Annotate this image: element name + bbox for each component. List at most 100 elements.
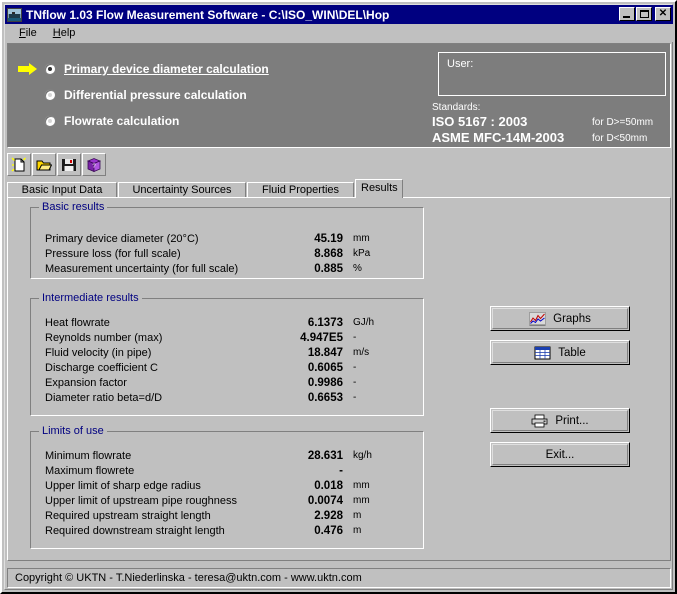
- result-value: 0.9986: [307, 377, 343, 389]
- result-label: Diameter ratio beta=d/D: [45, 392, 163, 404]
- result-label: Expansion factor: [45, 377, 127, 389]
- radio-row-primary-device[interactable]: Primary device diameter calculation: [18, 56, 269, 82]
- result-label: Maximum flowrete: [45, 465, 135, 477]
- menu-item-file[interactable]: File: [11, 26, 45, 40]
- result-row-primary-device-diameter: Primary device diameter (20°C) 45.19 mm: [31, 233, 423, 248]
- maximize-button[interactable]: [636, 7, 652, 21]
- result-unit: kg/h: [353, 450, 372, 461]
- exit-button-label: Exit...: [545, 448, 575, 461]
- result-row-minimum-flowrate: Minimum flowrate 28.631 kg/h: [31, 450, 423, 465]
- result-value: 4.947E5: [300, 332, 343, 344]
- result-label: Heat flowrate: [45, 317, 110, 329]
- menu-bar: File Help: [5, 24, 673, 42]
- radio-label-primary-device-diameter: Primary device diameter calculation: [64, 62, 269, 76]
- help-book-button[interactable]: ?: [82, 153, 106, 176]
- result-label: Required downstream straight length: [45, 525, 225, 537]
- tab-results[interactable]: Results: [355, 179, 403, 198]
- result-unit: kPa: [353, 248, 371, 259]
- result-value: 28.631: [307, 450, 343, 462]
- legend-basic-results: Basic results: [39, 201, 108, 213]
- result-label: Measurement uncertainty (for full scale): [45, 263, 239, 275]
- close-button[interactable]: ✕: [655, 7, 671, 21]
- result-label: Upper limit of upstream pipe roughness: [45, 495, 237, 507]
- selection-arrow-icon: [18, 63, 40, 75]
- result-unit: mm: [353, 233, 370, 244]
- user-label: User:: [447, 58, 474, 70]
- radio-row-flowrate[interactable]: Flowrate calculation: [18, 108, 269, 134]
- calculation-mode-panel: Primary device diameter calculation Diff…: [7, 43, 671, 148]
- toolbar: ?: [7, 153, 107, 177]
- standard-asme-name: ASME MFC-14M-2003: [432, 130, 565, 145]
- result-unit: -: [353, 392, 357, 403]
- graphs-button-label: Graphs: [553, 312, 591, 325]
- print-button-label: Print...: [555, 414, 589, 427]
- radio-label-differential-pressure: Differential pressure calculation: [64, 88, 247, 102]
- radio-row-differential-pressure[interactable]: Differential pressure calculation: [18, 82, 269, 108]
- menu-item-help[interactable]: Help: [45, 26, 84, 40]
- result-unit: m: [353, 510, 362, 521]
- group-limits-of-use: Limits of use Minimum flowrate 28.631 kg…: [30, 425, 424, 549]
- result-label: Pressure loss (for full scale): [45, 248, 181, 260]
- result-label: Upper limit of sharp edge radius: [45, 480, 201, 492]
- tab-fluid-properties[interactable]: Fluid Properties: [247, 182, 354, 198]
- copyright-text: Copyright © UKTN - T.Niederlinska - tere…: [15, 572, 362, 584]
- result-unit: -: [353, 332, 357, 343]
- legend-limits-of-use: Limits of use: [39, 425, 107, 437]
- table-grid-icon: [534, 346, 551, 359]
- group-intermediate-results: Intermediate results Heat flowrate 6.137…: [30, 292, 424, 416]
- open-folder-icon: [36, 160, 52, 171]
- result-value: 6.1373: [307, 317, 343, 329]
- standard-iso-note: for D>=50mm: [592, 117, 654, 128]
- result-label: Minimum flowrate: [45, 450, 132, 462]
- graph-chart-icon: [529, 311, 546, 326]
- result-row-maximum-flowrate: Maximum flowrete -: [31, 465, 423, 480]
- result-row-pressure-loss: Pressure loss (for full scale) 8.868 kPa: [31, 248, 423, 263]
- save-button[interactable]: [57, 153, 81, 176]
- tab-uncertainty-sources[interactable]: Uncertainty Sources: [118, 182, 246, 198]
- result-unit: GJ/h: [353, 317, 375, 328]
- radio-flowrate[interactable]: [44, 115, 56, 127]
- print-button[interactable]: Print...: [490, 408, 630, 433]
- result-label: Required upstream straight length: [45, 510, 211, 522]
- new-document-button[interactable]: [7, 153, 31, 176]
- title-bar[interactable]: TNflow 1.03 Flow Measurement Software - …: [5, 5, 673, 24]
- result-value: 0.885: [314, 263, 343, 275]
- minimize-button[interactable]: [619, 7, 635, 21]
- printer-icon: [531, 414, 548, 427]
- radio-primary-device-diameter[interactable]: [44, 63, 56, 75]
- tab-basic-input-data[interactable]: Basic Input Data: [7, 182, 117, 198]
- help-book-icon: ?: [86, 158, 102, 173]
- result-row-sharp-edge-radius: Upper limit of sharp edge radius 0.018 m…: [31, 480, 423, 495]
- result-label: Discharge coefficient C: [45, 362, 158, 374]
- result-value: 0.6653: [307, 392, 343, 404]
- result-unit: -: [353, 362, 357, 373]
- window-controls: ✕: [618, 7, 671, 21]
- exit-button[interactable]: Exit...: [490, 442, 630, 467]
- radio-differential-pressure[interactable]: [44, 89, 56, 101]
- app-window: TNflow 1.03 Flow Measurement Software - …: [0, 0, 677, 594]
- status-bar: Copyright © UKTN - T.Niederlinska - tere…: [7, 568, 671, 588]
- new-document-icon: [11, 157, 26, 172]
- result-unit: -: [353, 377, 357, 388]
- open-folder-button[interactable]: [32, 153, 56, 176]
- result-row-diameter-ratio-beta: Diameter ratio beta=d/D 0.6653 -: [31, 392, 423, 407]
- table-button[interactable]: Table: [490, 340, 630, 365]
- result-label: Fluid velocity (in pipe): [45, 347, 152, 359]
- result-value: 45.19: [314, 233, 343, 245]
- result-unit: m: [353, 525, 362, 536]
- result-unit: m/s: [353, 347, 370, 358]
- window-title: TNflow 1.03 Flow Measurement Software - …: [26, 7, 390, 22]
- result-row-fluid-velocity: Fluid velocity (in pipe) 18.847 m/s: [31, 347, 423, 362]
- result-unit: mm: [353, 495, 370, 506]
- result-row-downstream-straight-length: Required downstream straight length 0.47…: [31, 525, 423, 540]
- save-floppy-icon: [62, 159, 76, 171]
- group-basic-results: Basic results Primary device diameter (2…: [30, 201, 424, 279]
- result-label: Reynolds number (max): [45, 332, 163, 344]
- standard-iso-name: ISO 5167 : 2003: [432, 114, 528, 129]
- graphs-button[interactable]: Graphs: [490, 306, 630, 331]
- result-row-upstream-straight-length: Required upstream straight length 2.928 …: [31, 510, 423, 525]
- user-field[interactable]: User:: [438, 52, 666, 96]
- result-row-reynolds-number: Reynolds number (max) 4.947E5 -: [31, 332, 423, 347]
- result-value: 0.018: [314, 480, 343, 492]
- result-value: 0.0074: [307, 495, 343, 507]
